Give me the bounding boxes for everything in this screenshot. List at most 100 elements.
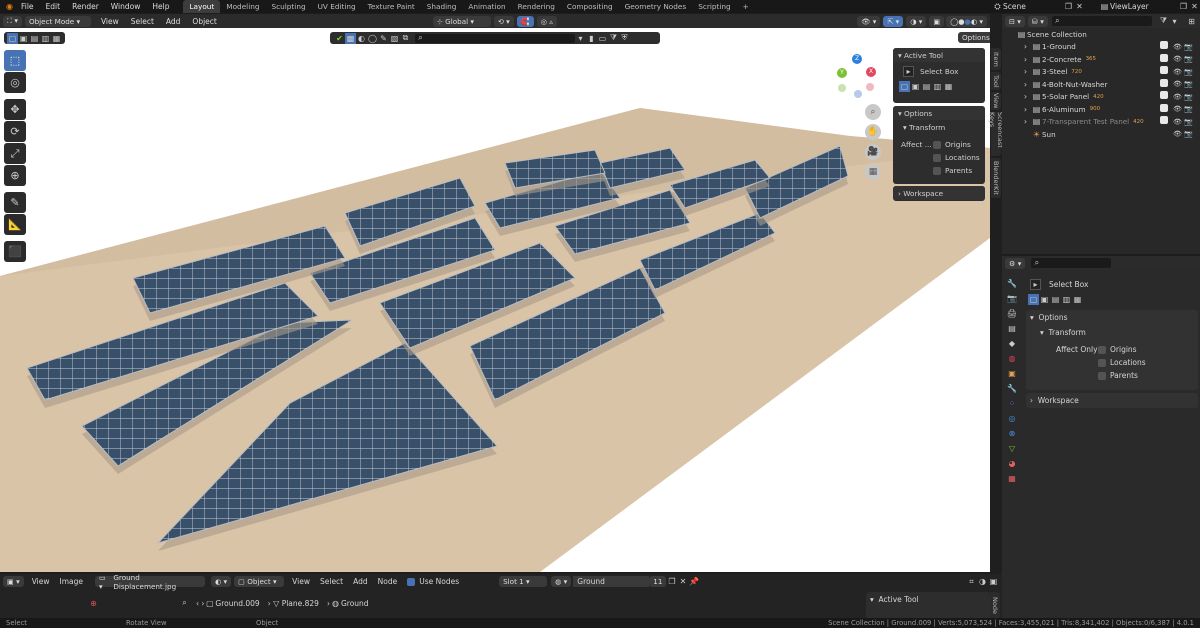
parents-checkbox[interactable] — [1098, 371, 1106, 380]
expand-arrow-icon[interactable]: › — [1020, 104, 1031, 115]
crosshair-icon[interactable]: ⊕ — [88, 598, 99, 609]
tool-icon[interactable]: 🔧 — [1004, 276, 1020, 291]
grid-view-icon[interactable]: ▦ — [865, 164, 881, 180]
outliner-item[interactable]: › ▤ 1-Ground 👁 📷 — [1002, 41, 1200, 54]
eye-icon[interactable]: 👁 — [1172, 104, 1183, 115]
bookmark-icon[interactable]: ▮ — [586, 33, 597, 44]
eye-icon[interactable]: 👁 — [1172, 54, 1183, 65]
workspace-tab-sculpting[interactable]: Sculpting — [266, 0, 312, 13]
mode-set-icon[interactable]: ▢ — [1028, 293, 1039, 305]
menu-render[interactable]: Render — [66, 2, 105, 11]
pin-icon[interactable]: 📌 — [688, 576, 699, 587]
navigation-gizmo[interactable]: Z Y X — [836, 54, 878, 100]
intersect-selection-icon[interactable]: ▦ — [51, 33, 62, 44]
locations-checkbox[interactable] — [1098, 358, 1106, 367]
expand-arrow-icon[interactable]: › — [1020, 79, 1031, 90]
filter-icon[interactable]: ⧩ — [608, 33, 619, 44]
measure-tool[interactable]: 📐 — [4, 214, 26, 235]
copy-icon[interactable]: ❐ — [1178, 1, 1189, 12]
eye-icon[interactable]: 👁 — [1172, 41, 1183, 52]
material-icon[interactable]: ◕ — [1004, 456, 1020, 471]
close-icon[interactable]: ✕ — [677, 576, 688, 587]
zoom-icon[interactable]: ⌕ — [179, 598, 190, 609]
outliner-item[interactable]: ☀ Sun 👁 📷 — [1002, 128, 1200, 141]
scene-icon[interactable]: ◆ — [1004, 336, 1020, 351]
transform-subheader[interactable]: ▾ Transform — [893, 120, 985, 132]
new-selection-icon[interactable]: ▢ — [7, 32, 18, 44]
slot-dropdown[interactable]: Slot 1 ▾ — [499, 576, 548, 587]
workspace-tab-geometry-nodes[interactable]: Geometry Nodes — [619, 0, 693, 13]
scene-icon[interactable]: ⛭ — [992, 1, 1003, 12]
properties-search-input[interactable]: ⌕ — [1031, 258, 1112, 268]
overlay-toggle[interactable]: ◑ ▾ — [906, 15, 927, 27]
gizmo-toggle[interactable]: ⇱ ▾ — [883, 15, 904, 27]
y-axis-handle[interactable]: Y — [837, 68, 847, 78]
node-tab[interactable]: Node — [990, 592, 1000, 619]
pivot-dropdown[interactable]: ⟲ ▾ — [493, 15, 514, 27]
nodegroup-icon[interactable]: ⧉ — [400, 33, 411, 44]
options-dropdown[interactable]: Options ▾ — [958, 32, 990, 43]
camera-icon[interactable]: 📷 — [1183, 79, 1194, 90]
scale-tool[interactable]: ⤢ — [4, 143, 26, 164]
workspace-tab-scripting[interactable]: Scripting — [692, 0, 736, 13]
dropdown-icon[interactable]: ▾ — [575, 33, 586, 44]
scene-name[interactable]: Scene — [1003, 2, 1063, 11]
data-icon[interactable]: ▽ — [1004, 441, 1020, 456]
node-select-menu[interactable]: Select — [320, 577, 343, 586]
neg-x-handle[interactable] — [866, 83, 874, 91]
eye-icon[interactable]: 👁 — [1172, 79, 1183, 90]
blenderkit-icon[interactable]: ✔ — [334, 33, 345, 44]
texture-icon[interactable]: ▦ — [1004, 471, 1020, 486]
extend-selection-icon[interactable]: ▣ — [18, 33, 29, 44]
view-layer-icon[interactable]: ▤ — [1004, 321, 1020, 336]
sidebar-tab-view[interactable]: View — [991, 92, 1001, 110]
constraints-icon[interactable]: ⊗ — [1004, 426, 1020, 441]
workspace-tab-rendering[interactable]: Rendering — [512, 0, 561, 13]
active-tool-header[interactable]: ▾ Active Tool — [893, 48, 985, 62]
copy-icon[interactable]: ❐ — [1063, 1, 1074, 12]
view-layer-name[interactable]: ViewLayer — [1110, 2, 1178, 11]
object-icon[interactable]: ▣ — [1004, 366, 1020, 381]
menu-edit[interactable]: Edit — [40, 2, 67, 11]
image-selector[interactable]: ▭ ▾ Ground Displacement.jpg — [95, 573, 205, 591]
properties-workspace-header[interactable]: › Workspace — [1026, 393, 1198, 408]
options-header[interactable]: ▾ Options — [893, 106, 985, 120]
xray-toggle[interactable]: ▣ — [929, 15, 945, 27]
sidebar-tab-item[interactable]: Item — [991, 48, 1001, 70]
material-users[interactable]: 11 — [649, 576, 667, 587]
backdrop-icon[interactable]: ▣ — [988, 576, 999, 587]
physics-icon[interactable]: ◎ — [1004, 411, 1020, 426]
close-icon[interactable]: ✕ — [1074, 1, 1085, 12]
shader-type-dropdown[interactable]: ▢ Object ▾ — [234, 576, 285, 587]
workspace-tab-layout[interactable]: Layout — [183, 0, 221, 13]
expand-arrow-icon[interactable]: › — [1020, 54, 1031, 65]
image-editor-type[interactable]: ▣ ▾ — [3, 576, 24, 587]
model-icon[interactable]: ▩ — [345, 32, 356, 44]
world-icon[interactable]: ◍ — [1004, 351, 1020, 366]
expand-arrow-icon[interactable]: › — [1020, 41, 1031, 52]
close-icon[interactable]: ✕ — [1189, 1, 1200, 12]
viewport-menu-add[interactable]: Add — [160, 17, 187, 26]
camera-icon[interactable]: 📷 — [1183, 41, 1194, 52]
x-axis-handle[interactable]: X — [866, 67, 876, 77]
zoom-icon[interactable]: ⌕ — [865, 104, 881, 120]
viewport-menu-select[interactable]: Select — [125, 17, 160, 26]
node-add-menu[interactable]: Add — [353, 577, 368, 586]
outliner-item[interactable]: › ▤ 2-Concrete 365 👁 📷 — [1002, 53, 1200, 66]
mode-extend-icon[interactable]: ▣ — [1039, 294, 1050, 305]
neg-y-handle[interactable] — [838, 84, 846, 92]
new-collection-icon[interactable]: ⊞ — [1186, 16, 1197, 27]
mode-subtract-icon[interactable]: ▤ — [921, 81, 932, 92]
parents-checkbox[interactable] — [933, 166, 941, 175]
expand-arrow-icon[interactable] — [1020, 129, 1031, 140]
annotate-tool[interactable]: ✎ — [4, 192, 26, 213]
neg-z-handle[interactable] — [854, 90, 862, 98]
eye-icon[interactable]: 👁 — [1172, 129, 1183, 140]
view-layer-icon[interactable]: ▤ — [1099, 1, 1110, 12]
camera-icon[interactable]: 📷 — [1183, 116, 1194, 127]
camera-icon[interactable]: 📷 — [1183, 66, 1194, 77]
shading-modes[interactable]: ◯● ● ◐ ▾ — [946, 15, 987, 27]
3d-viewport[interactable]: ⬚ ◎ ✥ ⟳ ⤢ ⊕ ✎ 📐 ⬛ ▢ ▣ ▤ ▥ ▦ ✔ ▩ ◐ ◯ ✎ ▧ … — [0, 28, 990, 572]
camera-icon[interactable]: 📷 — [1183, 54, 1194, 65]
invert-selection-icon[interactable]: ▥ — [40, 33, 51, 44]
